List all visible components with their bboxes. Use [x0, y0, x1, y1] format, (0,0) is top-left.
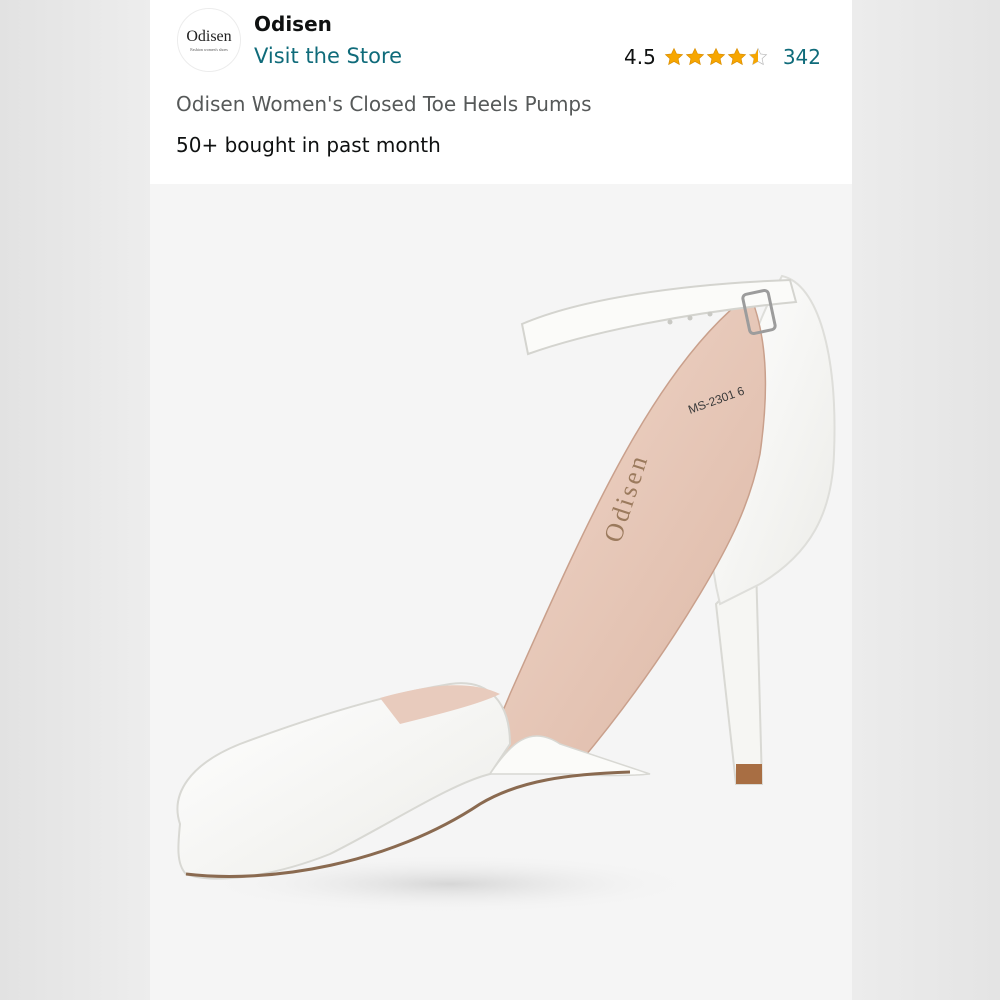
strap-hole [667, 319, 673, 325]
heel-tip [736, 764, 762, 784]
shoe-toe-vamp [176, 682, 512, 880]
brand-name[interactable]: Odisen [254, 12, 332, 36]
logo-tagline: Fashion women's shoes [190, 47, 228, 52]
product-card: Odisen Fashion women's shoes Odisen Visi… [150, 0, 852, 1000]
brand-logo[interactable]: Odisen Fashion women's shoes [177, 8, 241, 72]
rating-value: 4.5 [624, 45, 656, 69]
brand-logo-image: Odisen Fashion women's shoes [178, 9, 240, 71]
star-full-icon [664, 47, 684, 66]
product-image[interactable]: Odisen MS-2301 6 [150, 184, 852, 1000]
pump-shoe-illustration: Odisen MS-2301 6 [176, 274, 836, 914]
rating-summary[interactable]: 4.5 342 [624, 44, 821, 70]
strap-hole [687, 315, 693, 321]
screen: Odisen Fashion women's shoes Odisen Visi… [0, 0, 1000, 1000]
review-count-link[interactable]: 342 [783, 45, 821, 69]
strap-hole [707, 311, 713, 317]
purchase-count-text: 50+ bought in past month [176, 133, 441, 157]
visit-store-link[interactable]: Visit the Store [254, 44, 402, 68]
product-title[interactable]: Odisen Women's Closed Toe Heels Pumps [176, 92, 592, 116]
star-full-icon [685, 47, 705, 66]
star-full-icon [727, 47, 747, 66]
rating-stars [664, 47, 769, 67]
star-half-icon [748, 47, 768, 66]
logo-wordmark: Odisen [186, 28, 231, 45]
product-header: Odisen Fashion women's shoes Odisen Visi… [150, 0, 852, 184]
star-full-icon [706, 47, 726, 66]
